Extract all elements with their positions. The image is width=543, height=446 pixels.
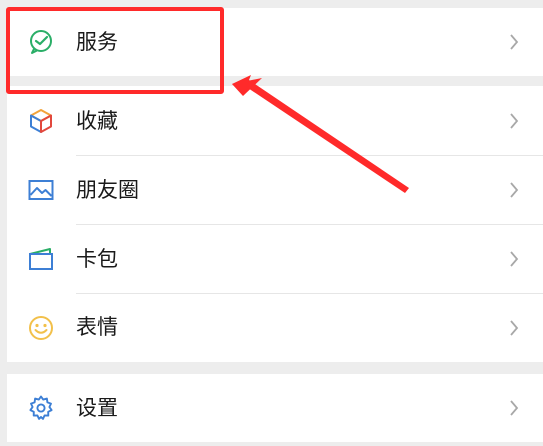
chevron-right-icon <box>507 317 521 339</box>
menu-item-settings[interactable]: 设置 <box>7 374 543 442</box>
chevron-right-icon <box>507 179 521 201</box>
menu-item-favorites[interactable]: 收藏 <box>7 86 543 156</box>
menu-item-label: 卡包 <box>76 247 118 271</box>
smiley-icon <box>28 315 54 341</box>
chevron-right-icon <box>507 248 521 270</box>
menu-item-label: 朋友圈 <box>76 178 139 202</box>
chevron-right-icon <box>507 31 521 53</box>
chevron-right-icon <box>507 397 521 419</box>
menu-item-label: 设置 <box>76 396 118 420</box>
features-group: 收藏 朋友圈 卡包 表情 <box>7 86 543 362</box>
chevron-right-icon <box>507 110 521 132</box>
moments-photo-icon <box>28 177 54 203</box>
favorites-cube-icon <box>28 108 54 134</box>
menu-item-moments[interactable]: 朋友圈 <box>7 155 543 225</box>
card-wallet-icon <box>28 246 54 272</box>
menu-item-stickers[interactable]: 表情 <box>7 293 543 362</box>
settings-group: 设置 <box>7 374 543 442</box>
menu-item-label: 收藏 <box>76 109 118 133</box>
menu-item-card-wallet[interactable]: 卡包 <box>7 224 543 294</box>
gear-icon <box>28 395 54 421</box>
highlight-box <box>6 7 224 94</box>
menu-item-label: 表情 <box>76 315 118 339</box>
